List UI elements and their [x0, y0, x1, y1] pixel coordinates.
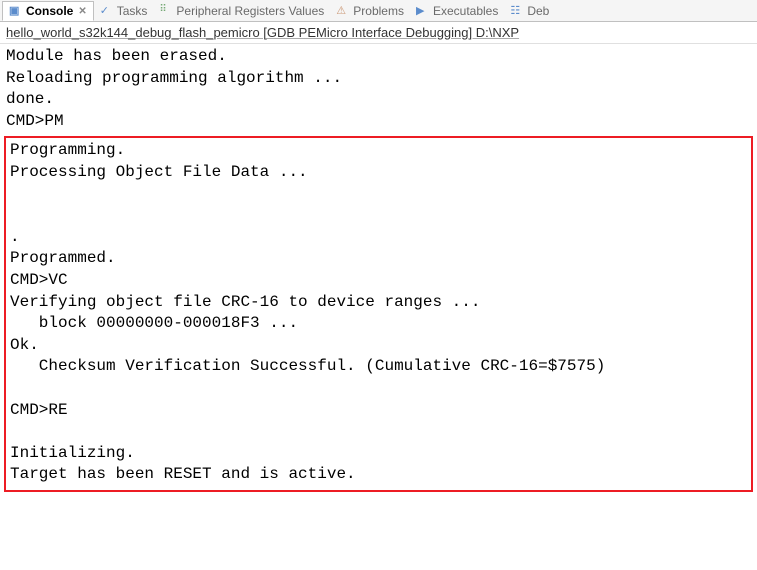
highlight-box: Programming. Processing Object File Data… — [4, 136, 753, 492]
debug-icon: ☷ — [510, 4, 524, 18]
tab-bar: ▣ Console ✕ ✓ Tasks ⠿ Peripheral Registe… — [0, 0, 757, 22]
console-subtitle: hello_world_s32k144_debug_flash_pemicro … — [0, 22, 757, 44]
executables-icon: ▶ — [416, 4, 430, 18]
tab-peripheral-registers[interactable]: ⠿ Peripheral Registers Values — [153, 2, 330, 20]
tab-executables[interactable]: ▶ Executables — [410, 2, 504, 20]
tab-console[interactable]: ▣ Console ✕ — [2, 1, 94, 21]
tasks-icon: ✓ — [100, 4, 114, 18]
tab-problems[interactable]: ⚠ Problems — [330, 2, 410, 20]
problems-icon: ⚠ — [336, 4, 350, 18]
console-output-top: Module has been erased. Reloading progra… — [0, 44, 757, 134]
tab-label: Executables — [433, 4, 498, 18]
console-icon: ▣ — [9, 4, 23, 18]
tab-debug[interactable]: ☷ Deb — [504, 2, 555, 20]
console-output-highlighted: Programming. Processing Object File Data… — [10, 140, 747, 486]
tab-label: Problems — [353, 4, 404, 18]
close-icon[interactable]: ✕ — [78, 6, 86, 17]
tab-label: Deb — [527, 4, 549, 18]
tab-label: Console — [26, 4, 73, 18]
tab-label: Peripheral Registers Values — [176, 4, 324, 18]
registers-icon: ⠿ — [159, 4, 173, 18]
tab-tasks[interactable]: ✓ Tasks — [94, 2, 154, 20]
tab-label: Tasks — [117, 4, 148, 18]
